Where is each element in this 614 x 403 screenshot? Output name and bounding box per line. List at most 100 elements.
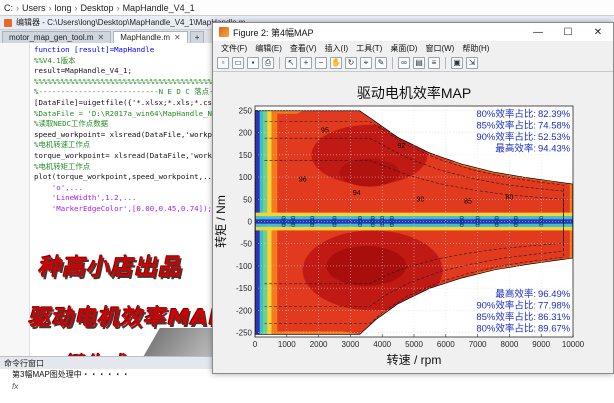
y-tick-label: 250 [239,106,253,115]
x-tick-label: 0 [253,340,258,349]
y-tick-label: 150 [239,151,253,160]
efficiency-map-chart[interactable]: 9695949290 85800 1000 2000 3000 4000 5000 6000 7… [213,72,613,373]
efficiency-annotation-value: 82.39% [538,109,571,120]
menu-item[interactable]: 查看(V) [286,43,321,54]
contour-label: 90 [416,197,424,204]
breadcrumb-item[interactable]: C: [4,3,13,13]
menu-item[interactable]: 桌面(D) [386,43,421,54]
efficiency-annotation-value: 86.31% [538,312,571,323]
efficiency-annotation-value: 94.43% [538,144,571,155]
efficiency-annotation-value: 96.49% [538,289,571,300]
brush-icon[interactable]: ✎ [375,57,387,69]
contour-label: 92 [397,143,405,150]
x-tick-label: 3000 [342,340,360,349]
y-axis-label: 转矩 / Nm [213,195,228,248]
breadcrumb-item[interactable]: Desktop [81,3,114,13]
minimize-button[interactable]: — [523,23,553,41]
x-tick-label: 1000 [278,340,296,349]
watermark-line-2: 驱动电机效率MAP [26,306,229,331]
open-folder-icon[interactable]: ▭ [232,57,244,69]
line-gutter [0,43,30,356]
maximize-button[interactable]: ☐ [553,23,583,41]
zoom-in-icon[interactable]: + [300,57,312,69]
close-icon[interactable]: ✕ [174,33,181,42]
x-tick-label: 7000 [469,340,487,349]
plus-icon: + [194,33,200,42]
tab-motor-map-gen-tool[interactable]: motor_map_gen_tool.m ✕ [2,31,112,43]
watermark-line-1: 种高小店出品 [36,255,187,281]
menu-item[interactable]: 工具(T) [352,43,386,54]
x-axis-label: 转速 / rpm [387,352,442,367]
efficiency-annotation-label: 最高效率: [495,143,536,155]
chart-title: 驱动电机效率MAP [357,85,471,101]
breadcrumb-item[interactable]: long [55,3,72,13]
y-tick-label: 0 [248,218,253,227]
toolbar-separator [392,57,393,69]
x-tick-label: 8000 [501,340,519,349]
y-tick-label: 200 [239,129,253,138]
save-icon[interactable]: ▪ [247,57,259,69]
efficiency-annotation-label: 80%效率占比: [476,108,536,120]
efficiency-region-94-top [339,158,400,187]
efficiency-annotation-label: 90%效率占比: [476,131,536,143]
pointer-icon[interactable]: ↖ [285,57,297,69]
zoom-out-icon[interactable]: − [315,57,327,69]
legend-icon[interactable]: ≡ [428,57,440,69]
add-tab-button[interactable]: + [189,31,205,43]
y-tick-label: 100 [239,173,253,182]
x-tick-label: 9000 [532,340,550,349]
toolbar-separator [445,57,446,69]
print-icon[interactable]: ⎙ [262,57,274,69]
breadcrumb-item[interactable]: Users [22,3,46,13]
plot-area[interactable]: 96 95 94 92 90 85 80 0 1000 2000 3000 4000 5000 6000 7… [213,72,613,373]
efficiency-annotation-label: 90%效率占比: [476,300,536,312]
toolbar-separator [279,57,280,69]
tab-label: MapHandle.m [120,33,171,42]
pan-icon[interactable]: ✋ [330,57,342,69]
dock-icon[interactable]: ⇲ [466,57,478,69]
breadcrumb-item[interactable]: MapHandle_V4_1 [123,3,195,13]
close-icon[interactable]: ✕ [98,33,105,42]
x-tick-label: 5000 [405,340,423,349]
figure-toolbar: ▫ ▭ ▪ ⎙ ↖ + − ✋ ↻ ⌖ ✎ ∞ ▤ ≡ ▣ ⇲ [213,55,613,72]
efficiency-annotation-value: 74.58% [538,121,571,132]
tab-maphandle[interactable]: MapHandle.m ✕ [113,31,188,43]
contour-label: 96 [299,177,307,184]
colorbar-icon[interactable]: ▤ [413,57,425,69]
new-file-icon[interactable]: ▫ [217,57,229,69]
figure-title-bar[interactable]: Figure 2: 第4幅MAP — ☐ ✕ [213,23,613,41]
y-tick-label: -250 [236,329,253,338]
x-tick-label: 10000 [562,340,585,349]
y-tick-label: -50 [240,240,252,249]
efficiency-annotation-label: 85%效率占比: [476,120,536,132]
x-tick-label: 4000 [373,340,391,349]
matlab-figure-icon [219,27,229,37]
close-button[interactable]: ✕ [583,23,613,41]
menu-item[interactable]: 帮助(H) [458,43,493,54]
figure-menu-bar: 文件(F) 编辑(E) 查看(V) 插入(I) 工具(T) 桌面(D) 窗口(W) 帮助(H) [213,41,613,55]
data-cursor-icon[interactable]: ⌖ [360,57,372,69]
menu-item[interactable]: 文件(F) [217,43,251,54]
menu-item[interactable]: 窗口(W) [421,43,458,54]
figure-window[interactable]: Figure 2: 第4幅MAP — ☐ ✕ 文件(F) 编辑(E) 查看(V) 插入… [212,22,614,374]
contour-label: 80 [506,194,514,201]
contour-label: 85 [464,199,472,206]
efficiency-annotation-value: 52.53% [538,132,571,143]
x-tick-label: 2000 [310,340,328,349]
command-window[interactable]: 第3幅MAP图处理中・・・・・・ fx [0,369,614,403]
screen: C: › Users › long › Desktop › MapHandle_V4_1 编辑器… [0,0,614,403]
breadcrumb-separator: › [116,2,120,13]
command-prompt[interactable]: fx [12,381,614,393]
efficiency-annotation-label: 80%效率占比: [476,323,536,335]
y-tick-label: 50 [243,195,252,204]
efficiency-annotation-value: 89.67% [538,324,571,335]
hide-tools-icon[interactable]: ▣ [451,57,463,69]
menu-item[interactable]: 编辑(E) [251,43,286,54]
figure-title: Figure 2: 第4幅MAP [233,27,314,38]
menu-item[interactable]: 插入(I) [321,43,353,54]
y-tick-label: -200 [236,306,253,315]
y-tick-label: -150 [236,284,253,293]
rotate-icon[interactable]: ↻ [345,57,357,69]
link-icon[interactable]: ∞ [398,57,410,69]
contour-label: 95 [321,128,329,135]
